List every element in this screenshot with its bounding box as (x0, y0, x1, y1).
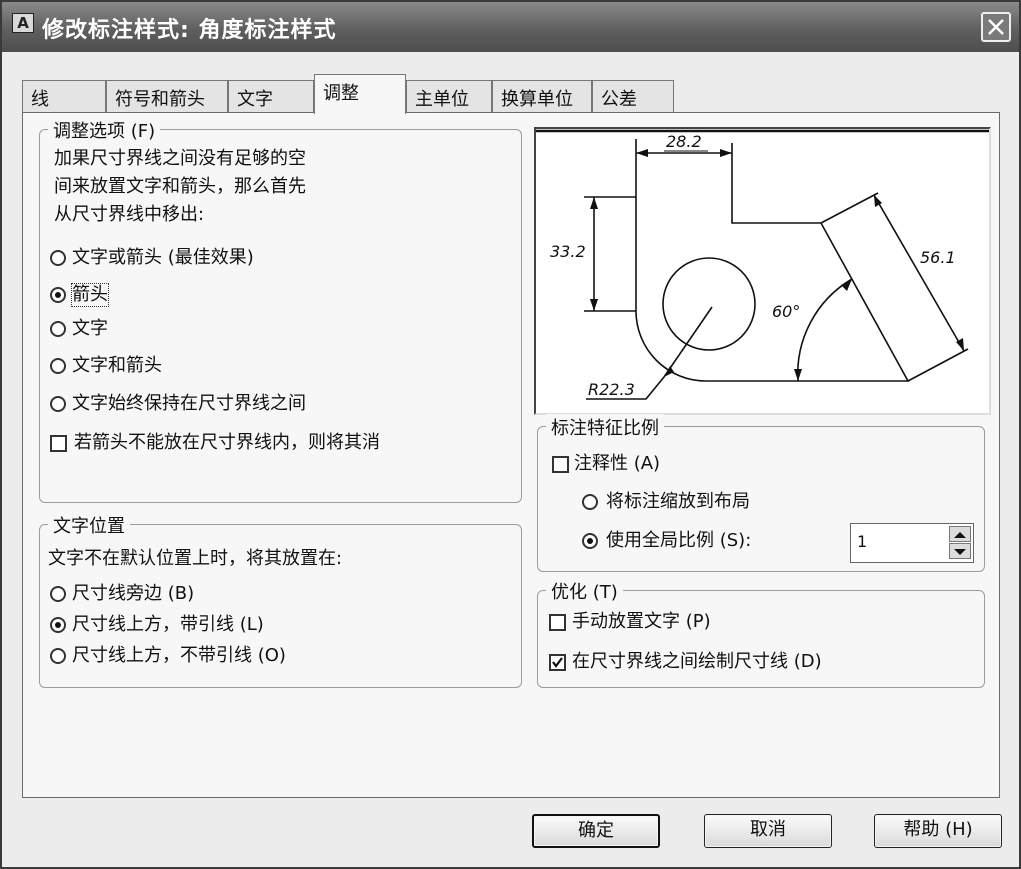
dialog-window: A 修改标注样式: 角度标注样式 线 符号和箭头 文字 调整 主单位 换算单位 … (0, 0, 1021, 869)
annotative-checkbox[interactable] (552, 456, 569, 473)
title-bar[interactable]: A 修改标注样式: 角度标注样式 (2, 2, 1019, 52)
text-placement-title: 文字位置 (48, 512, 130, 538)
arrow-60-top (841, 279, 852, 291)
part-outline (635, 143, 910, 382)
close-button[interactable] (981, 12, 1011, 42)
overall-scale-spinner[interactable]: 1 (850, 523, 974, 563)
suppress-arrows-label[interactable]: 若箭头不能放在尺寸界线内，则将其消 (74, 432, 380, 454)
dimension-preview: 28.2 33.2 56.1 60° R22.3 (534, 127, 991, 415)
spinner-up-button[interactable] (949, 526, 971, 542)
manual-place-text-checkbox[interactable] (549, 614, 566, 631)
radio-use-overall-scale-label[interactable]: 使用全局比例 (S): (606, 530, 751, 552)
radio-over-without-leader[interactable] (50, 648, 66, 664)
tab-lines[interactable]: 线 (22, 80, 106, 112)
radio-scale-to-layout-label[interactable]: 将标注缩放到布局 (606, 491, 750, 513)
arrow-28-right (720, 149, 732, 157)
fine-tuning-group: 优化 (T) (537, 578, 985, 688)
annotative-label[interactable]: 注释性 (A) (574, 453, 660, 475)
cancel-button[interactable]: 取消 (704, 814, 832, 848)
radio-text-or-arrows[interactable] (50, 250, 66, 266)
window-title: 修改标注样式: 角度标注样式 (42, 18, 337, 43)
dim-label-56-1: 56.1 (920, 248, 956, 267)
draw-dim-line-checkbox[interactable] (549, 654, 566, 671)
close-icon (988, 19, 1004, 35)
dim-label-60: 60° (772, 302, 800, 321)
fit-desc-line-3: 从尺寸界线中移出: (54, 204, 205, 225)
radio-always-keep-text-label[interactable]: 文字始终保持在尺寸界线之间 (72, 393, 306, 415)
radio-scale-to-layout[interactable] (582, 494, 598, 510)
draw-dim-line-label[interactable]: 在尺寸界线之间绘制尺寸线 (D) (572, 651, 822, 673)
suppress-arrows-checkbox[interactable] (50, 435, 67, 452)
help-button[interactable]: 帮助 (H) (874, 814, 1002, 848)
hole-circle (662, 257, 756, 351)
chevron-down-icon (954, 549, 966, 555)
radio-both-text-arrows[interactable] (50, 358, 66, 374)
radio-text[interactable] (50, 321, 66, 337)
arrow-28-left (636, 149, 648, 157)
radio-text-or-arrows-label[interactable]: 文字或箭头 (最佳效果) (72, 247, 254, 269)
dim-ext-56-top (820, 192, 879, 224)
spinner-buttons (949, 526, 971, 560)
overall-scale-value[interactable]: 1 (857, 532, 867, 551)
radio-use-overall-scale[interactable] (582, 533, 598, 549)
radio-over-without-leader-label[interactable]: 尺寸线上方，不带引线 (O) (72, 645, 286, 667)
scale-title: 标注特征比例 (546, 414, 664, 440)
spinner-down-button[interactable] (949, 543, 971, 559)
radio-over-with-leader[interactable] (50, 617, 66, 633)
radio-beside-dim-line-label[interactable]: 尺寸线旁边 (B) (72, 583, 194, 605)
chevron-up-icon (954, 532, 966, 538)
radio-over-with-leader-label[interactable]: 尺寸线上方，带引线 (L) (72, 614, 264, 636)
preview-drawing: 28.2 33.2 56.1 60° R22.3 (536, 129, 989, 400)
arrow-60-bot (794, 369, 802, 381)
dim-line-56 (873, 194, 965, 352)
dim-label-r22-3: R22.3 (588, 380, 635, 399)
fine-tuning-title: 优化 (T) (546, 578, 623, 604)
radio-arrows-label[interactable]: 箭头 (71, 283, 109, 307)
arrow-33-top (590, 197, 598, 209)
app-icon: A (12, 13, 34, 33)
dim-arc-60 (796, 278, 853, 382)
checkmark-icon (552, 657, 563, 668)
arrow-33-bot (590, 299, 598, 311)
tab-alternate-units[interactable]: 换算单位 (492, 80, 592, 112)
fit-options-title: 调整选项 (F) (48, 117, 161, 143)
manual-place-text-label[interactable]: 手动放置文字 (P) (572, 611, 711, 633)
tab-fit[interactable]: 调整 (314, 74, 406, 114)
radio-arrows[interactable] (50, 287, 66, 303)
fit-desc-line-1: 加果尺寸界线之间没有足够的空 (54, 148, 306, 169)
tab-primary-units[interactable]: 主单位 (406, 80, 492, 112)
tab-symbols-arrows[interactable]: 符号和箭头 (106, 80, 228, 112)
tab-tolerances[interactable]: 公差 (592, 80, 674, 112)
tab-text[interactable]: 文字 (228, 80, 314, 112)
dim-label-28-2: 28.2 (666, 132, 702, 151)
radio-always-keep-text[interactable] (50, 396, 66, 412)
dim-label-33-2: 33.2 (550, 242, 586, 261)
ok-button[interactable]: 确定 (532, 814, 660, 848)
text-placement-desc: 文字不在默认位置上时，将其放置在: (48, 548, 343, 569)
dim-ext-56-bot (907, 348, 969, 382)
fit-desc-line-2: 间来放置文字和箭头，那么首先 (54, 176, 306, 197)
radio-both-text-arrows-label[interactable]: 文字和箭头 (72, 355, 162, 377)
radio-text-label[interactable]: 文字 (72, 318, 108, 340)
radio-beside-dim-line[interactable] (50, 586, 66, 602)
